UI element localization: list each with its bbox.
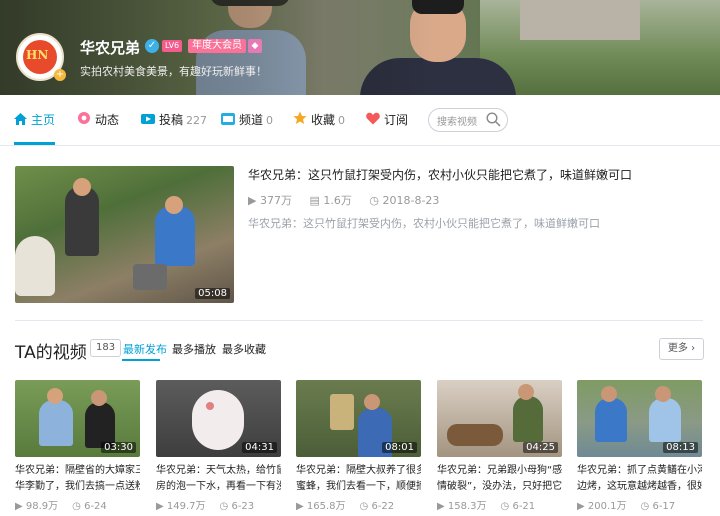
dynamic-icon — [77, 96, 91, 146]
featured-video-meta: ▶ 377万 ▤ 1.6万 ◷ 2018-8-23 — [248, 194, 440, 207]
video-duration: 03:30 — [101, 442, 136, 453]
comment-icon: ▤ — [309, 194, 320, 207]
video-meta: ▶ 165.8万 ◷ 6-22 — [296, 501, 395, 512]
video-title-line2[interactable]: 蜜蜂，我们去看一下，顺便摘 — [296, 479, 421, 495]
video-card[interactable]: 04:25 华农兄弟：兄弟跟小母狗“感 情破裂”，没办法，只好把它 ▶ 158.… — [437, 380, 562, 516]
video-duration: 08:13 — [663, 442, 698, 453]
clock-icon: ◷ — [500, 501, 510, 512]
home-icon — [14, 96, 27, 146]
video-title[interactable]: 华农兄弟：兄弟跟小母狗“感 — [437, 463, 562, 479]
video-thumbnail[interactable]: 08:13 — [577, 380, 702, 457]
verified-icon: ✓ — [145, 39, 159, 53]
level-badge: LV6 — [162, 40, 183, 52]
avatar-logo-text: HN — [26, 48, 49, 62]
clock-icon: ◷ — [72, 501, 81, 512]
sort-active-underline — [122, 359, 160, 361]
video-thumbnail[interactable]: 04:25 — [437, 380, 562, 457]
user-signature: 实拍农村美食美景，有趣好玩新鲜事！ — [80, 65, 267, 78]
video-duration: 08:01 — [382, 442, 417, 453]
video-thumbnail[interactable]: 08:01 — [296, 380, 421, 457]
video-title[interactable]: 华农兄弟：抓了点黄鳝在小河 — [577, 463, 702, 479]
video-title-line2[interactable]: 华李勤了，我们去搞一点送粉 — [15, 479, 140, 495]
tab-channel[interactable]: 频道 0 — [221, 95, 273, 145]
video-meta: ▶ 200.1万 ◷ 6-17 — [577, 501, 676, 512]
video-title[interactable]: 华农兄弟：隔壁大叔养了很多 — [296, 463, 421, 479]
video-duration: 04:25 — [523, 442, 558, 453]
video-meta: ▶ 158.3万 ◷ 6-21 — [437, 501, 536, 512]
video-duration: 04:31 — [242, 442, 277, 453]
clock-icon: ◷ — [369, 194, 379, 207]
vip-badge[interactable]: 年度大会员 — [188, 39, 246, 53]
sort-most-favorited[interactable]: 最多收藏 — [222, 341, 266, 357]
clock-icon: ◷ — [359, 501, 369, 512]
video-title-line2[interactable]: 情破裂”，没办法，只好把它 — [437, 479, 562, 495]
video-thumbnail[interactable]: 03:30 — [15, 380, 140, 457]
section-divider — [15, 320, 703, 321]
video-duration: 05:08 — [195, 288, 230, 299]
video-card[interactable]: 03:30 华农兄弟：隔壁省的大嫜家三 华李勤了，我们去搞一点送粉 ▶ 98.9… — [15, 380, 140, 516]
play-icon: ▶ — [248, 194, 257, 207]
play-icon: ▶ — [296, 501, 304, 512]
user-name: 华农兄弟 — [80, 39, 141, 57]
upload-icon — [141, 96, 155, 146]
search-input[interactable]: 搜索视频 — [428, 108, 508, 132]
tab-subscriptions[interactable]: 订阅 — [366, 95, 408, 145]
profile-nav: 主页 动态 投稿 227 频道 0 收藏 0 订阅 — [0, 95, 720, 146]
play-icon: ▶ — [437, 501, 445, 512]
sort-latest[interactable]: 最新发布 — [123, 341, 167, 357]
video-meta: ▶ 98.9万 ◷ 6-24 — [15, 501, 107, 512]
video-card[interactable]: 08:13 华农兄弟：抓了点黄鳝在小河 边烤，这玩意越烤越香，很好 ▶ 200.… — [577, 380, 702, 516]
clock-icon: ◷ — [219, 501, 229, 512]
star-icon — [293, 96, 307, 146]
video-title[interactable]: 华农兄弟：天气太热，给竹鼠 — [156, 463, 281, 479]
video-meta: ▶ 149.7万 ◷ 6-23 — [156, 501, 255, 512]
tab-dynamic[interactable]: 动态 — [77, 95, 119, 145]
tab-upload[interactable]: 投稿 227 — [141, 95, 207, 145]
play-icon: ▶ — [577, 501, 585, 512]
videos-count-badge: 183 — [90, 339, 122, 357]
featured-video-title[interactable]: 华农兄弟：这只竹鼠打架受内伤，农村小伙只能把它煮了，味道鲜嫩可口 — [248, 166, 632, 183]
play-icon: ▶ — [156, 501, 164, 512]
tab-favorites[interactable]: 收藏 0 — [293, 95, 345, 145]
channel-icon — [221, 96, 235, 146]
search-icon[interactable] — [486, 112, 501, 131]
video-title-line2[interactable]: 房的泡一下水，再看一下有没 — [156, 479, 281, 495]
clock-icon: ◷ — [640, 501, 650, 512]
heart-icon — [366, 96, 380, 146]
tab-home[interactable]: 主页 — [14, 95, 56, 146]
add-avatar-icon: + — [54, 69, 66, 81]
sort-most-played[interactable]: 最多播放 — [172, 341, 216, 357]
video-title[interactable]: 华农兄弟：隔壁省的大嫜家三 — [15, 463, 140, 479]
featured-video-description: 华农兄弟：这只竹鼠打架受内伤，农村小伙只能把它煮了，味道鲜嫩可口 — [248, 217, 600, 230]
play-icon: ▶ — [15, 501, 23, 512]
video-card[interactable]: 08:01 华农兄弟：隔壁大叔养了很多 蜜蜂，我们去看一下，顺便摘 ▶ 165.… — [296, 380, 421, 516]
videos-section-title: TA的视频 — [15, 343, 87, 363]
avatar[interactable]: HN + — [16, 33, 66, 81]
medal-icon[interactable]: ◆ — [248, 39, 262, 53]
featured-video-thumbnail[interactable]: 05:08 — [15, 166, 234, 303]
more-button[interactable]: 更多 › — [659, 338, 704, 360]
video-thumbnail[interactable]: 04:31 — [156, 380, 281, 457]
video-title-line2[interactable]: 边烤，这玩意越烤越香，很好 — [577, 479, 702, 495]
video-card[interactable]: 04:31 华农兄弟：天气太热，给竹鼠 房的泡一下水，再看一下有没 ▶ 149.… — [156, 380, 281, 516]
